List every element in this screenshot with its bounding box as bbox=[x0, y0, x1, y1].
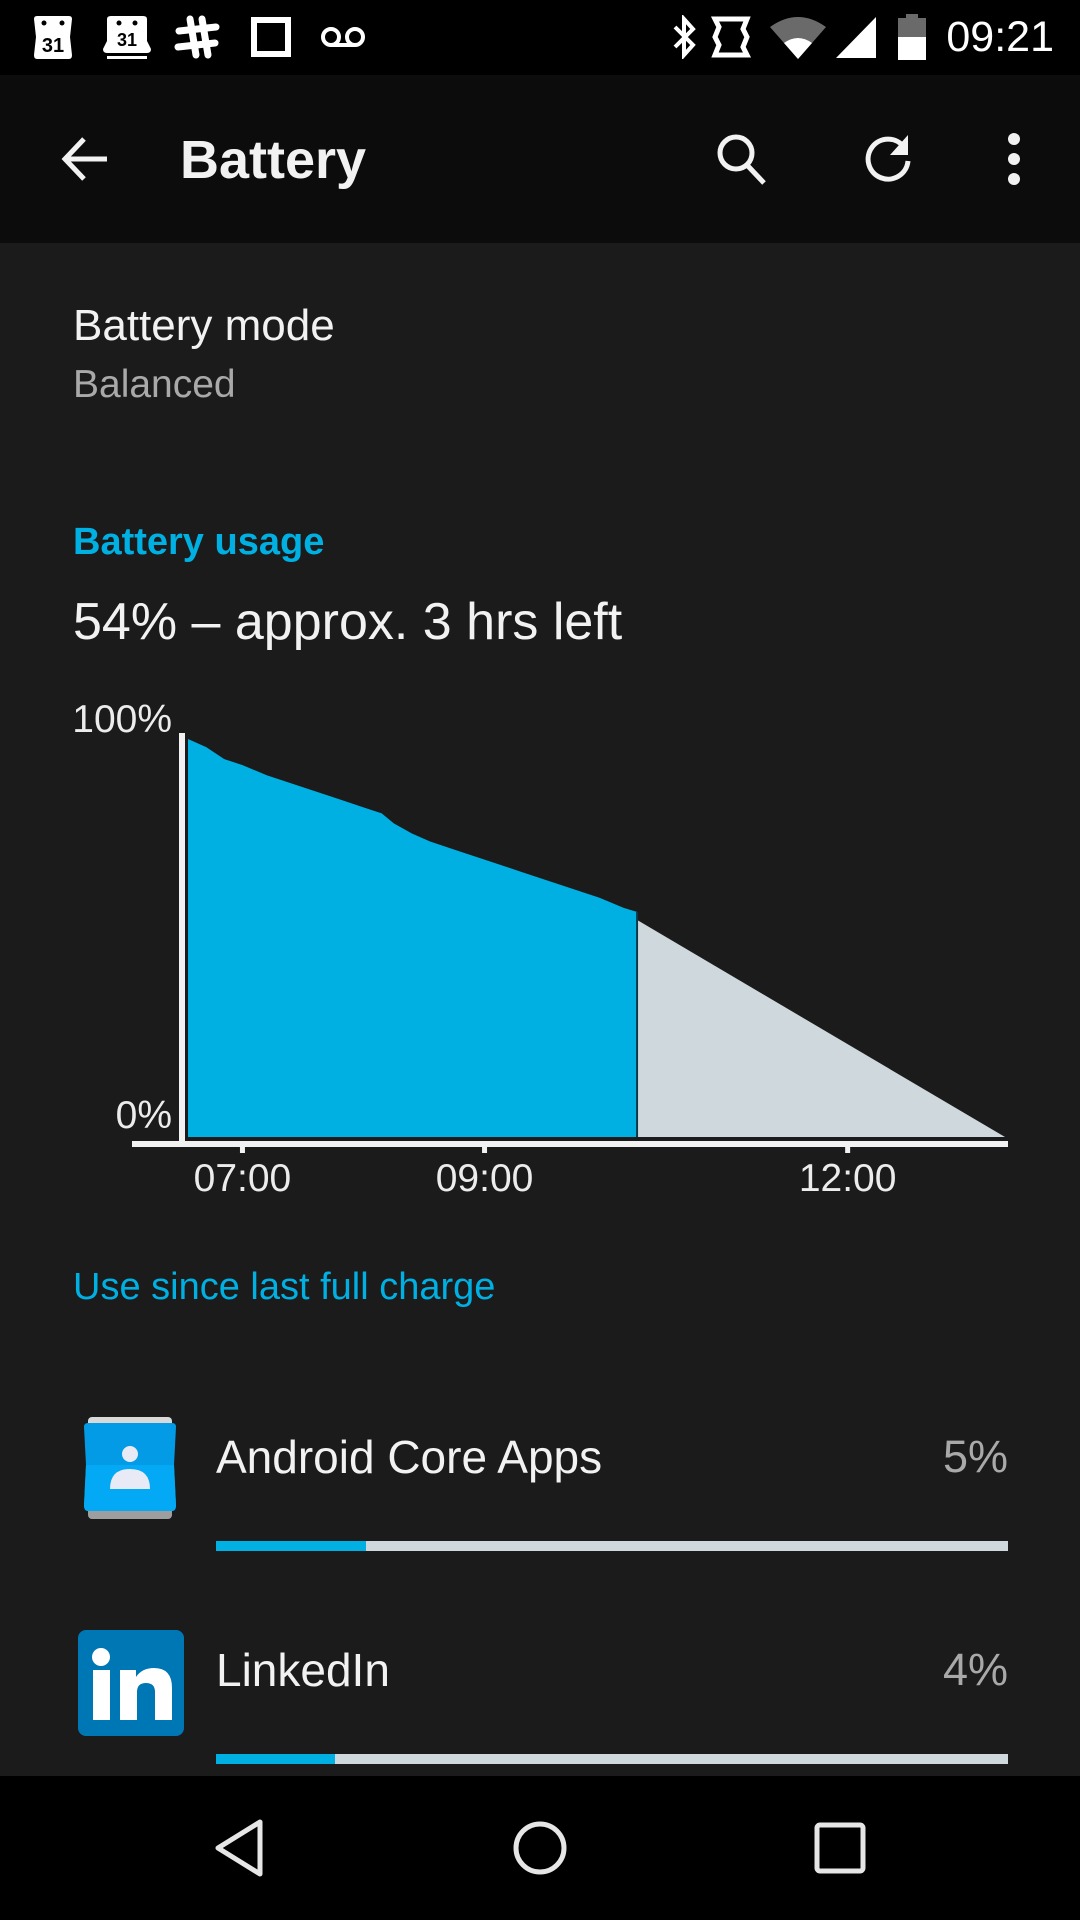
use-since-charge-header: Use since last full charge bbox=[73, 1266, 496, 1308]
app-name: Android Core Apps bbox=[216, 1431, 603, 1483]
y-tick-label: 100% bbox=[72, 698, 172, 741]
refresh-icon bbox=[865, 135, 911, 182]
voicemail-icon bbox=[318, 12, 368, 62]
app-usage-percent: 4% bbox=[942, 1644, 1008, 1695]
x-tick-label: 09:00 bbox=[436, 1157, 534, 1200]
svg-text:31: 31 bbox=[117, 30, 137, 50]
projected-battery-area bbox=[637, 919, 1005, 1137]
nav-home-button[interactable] bbox=[490, 1798, 590, 1898]
nfc-icon bbox=[710, 12, 754, 62]
battery-icon bbox=[896, 12, 928, 62]
actual-battery-area bbox=[188, 739, 638, 1137]
app-name: LinkedIn bbox=[216, 1644, 390, 1696]
slack-icon bbox=[172, 12, 222, 62]
status-time: 09:21 bbox=[946, 13, 1054, 61]
square-icon bbox=[250, 12, 292, 62]
search-icon bbox=[717, 134, 766, 185]
nav-back-icon bbox=[215, 1819, 263, 1877]
app-bar: Battery bbox=[0, 75, 1080, 243]
calendar-icon: 31 bbox=[100, 12, 154, 62]
x-tick-label: 07:00 bbox=[194, 1157, 292, 1200]
cell-signal-icon bbox=[834, 12, 878, 62]
status-bar: 31 31 09:21 bbox=[0, 0, 1080, 75]
app-usage-row[interactable]: LinkedIn 4% bbox=[0, 1630, 1080, 1800]
app-usage-row[interactable]: Android Core Apps 5% bbox=[0, 1417, 1080, 1587]
bluetooth-icon bbox=[670, 12, 700, 62]
nav-recents-icon bbox=[814, 1822, 866, 1874]
y-tick-label: 0% bbox=[116, 1094, 172, 1137]
contacts-app-icon bbox=[78, 1417, 182, 1521]
battery-history-chart[interactable]: 07:00 09:00 12:00 100% 0% bbox=[0, 680, 1080, 1220]
svg-text:31: 31 bbox=[42, 35, 64, 57]
usage-progress-fill bbox=[216, 1541, 367, 1551]
nav-home-icon bbox=[513, 1821, 567, 1875]
arrow-back-icon bbox=[61, 137, 107, 181]
navigation-bar bbox=[0, 1776, 1080, 1920]
x-tick-label: 12:00 bbox=[799, 1157, 897, 1200]
page-title: Battery bbox=[180, 130, 367, 190]
battery-status-text[interactable]: 54% – approx. 3 hrs left bbox=[73, 590, 622, 654]
refresh-button[interactable] bbox=[848, 119, 928, 199]
usage-progress-bar bbox=[216, 1754, 1008, 1764]
nav-back-button[interactable] bbox=[190, 1798, 290, 1898]
linkedin-icon bbox=[78, 1630, 184, 1736]
back-button[interactable] bbox=[44, 119, 124, 199]
usage-progress-bar bbox=[216, 1541, 1008, 1551]
battery-mode-summary: Balanced bbox=[73, 363, 236, 406]
nav-recents-button[interactable] bbox=[790, 1798, 890, 1898]
battery-usage-header: Battery usage bbox=[73, 521, 325, 563]
usage-progress-fill bbox=[216, 1754, 335, 1764]
wifi-icon bbox=[768, 12, 828, 62]
battery-mode-title: Battery mode bbox=[73, 301, 335, 350]
more-options-button[interactable] bbox=[974, 119, 1054, 199]
calendar-icon: 31 bbox=[28, 12, 78, 62]
search-button[interactable] bbox=[702, 119, 782, 199]
app-usage-percent: 5% bbox=[942, 1431, 1008, 1482]
battery-mode-preference[interactable]: Battery mode Balanced bbox=[73, 298, 335, 410]
more-vert-icon bbox=[1008, 133, 1020, 185]
